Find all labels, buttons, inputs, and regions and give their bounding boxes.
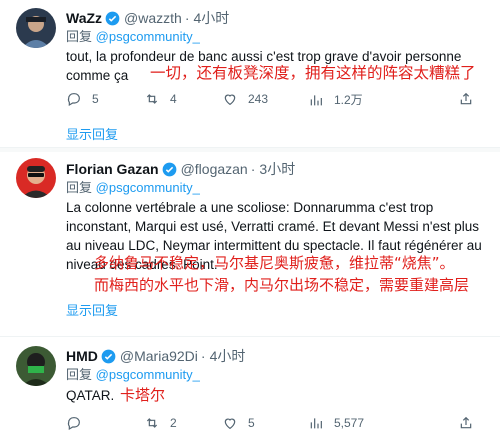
avatar[interactable] — [16, 346, 56, 386]
separator-dot: · — [200, 348, 206, 364]
translation-overlay: 卡塔尔 — [120, 386, 166, 404]
views-icon — [310, 94, 322, 105]
retweet-icon — [146, 94, 158, 104]
reply-icon — [67, 417, 80, 431]
author-handle[interactable]: @Maria92Di — [120, 347, 198, 365]
share-button[interactable] — [458, 91, 484, 107]
author-name[interactable]: HMD — [66, 347, 98, 365]
retweet-button[interactable]: 4 — [144, 91, 177, 107]
action-bar: 5 4 243 1.2万 — [60, 91, 480, 111]
like-icon — [224, 418, 236, 430]
reply-button[interactable]: 5 — [66, 91, 99, 107]
verified-badge-icon — [105, 11, 120, 25]
translation-overlay-line2: 而梅西的水平也下滑，内马尔出场不稳定，需要重建高层 — [94, 276, 470, 294]
retweet-button[interactable]: 2 — [144, 415, 177, 431]
tweet-florian-gazan[interactable]: Florian Gazan @flogazan · 3小时 回复 @psgcom… — [0, 152, 500, 334]
replying-to: 回复 @psgcommunity_ — [66, 179, 200, 196]
like-button[interactable]: 5 — [222, 415, 255, 431]
tweet-wazz[interactable]: WaZz @wazzth · 4小时 回复 @psgcommunity_ tou… — [0, 0, 500, 148]
like-button[interactable]: 243 — [222, 91, 268, 107]
views-button[interactable]: 1.2万 — [308, 91, 363, 108]
replying-prefix: 回复 — [66, 29, 93, 44]
avatar[interactable] — [16, 8, 56, 48]
views-count: 5,577 — [334, 416, 365, 430]
verified-badge-icon — [101, 349, 116, 363]
translation-overlay-line1: 多纳鲁马不稳定，马尔基尼奥斯疲惫，维拉蒂“烧焦”。 — [94, 254, 455, 272]
author-handle[interactable]: @wazzth — [124, 9, 182, 27]
timestamp[interactable]: 4小时 — [210, 347, 246, 365]
tweet-hmd[interactable]: HMD @Maria92Di · 4小时 回复 @psgcommunity_ Q… — [0, 338, 500, 440]
reply-icon — [67, 93, 80, 107]
author-handle[interactable]: @flogazan — [181, 160, 248, 178]
retweet-count: 2 — [170, 416, 177, 430]
verified-badge-icon — [162, 162, 176, 176]
mention-link[interactable]: @psgcommunity_ — [96, 180, 200, 195]
divider — [0, 336, 500, 337]
share-icon — [460, 92, 472, 105]
timestamp[interactable]: 3小时 — [259, 160, 295, 178]
timestamp[interactable]: 4小时 — [194, 9, 230, 27]
replying-to: 回复 @psgcommunity_ — [66, 366, 200, 383]
separator-dot: · — [250, 161, 256, 177]
avatar[interactable] — [16, 158, 56, 198]
views-button[interactable]: 5,577 — [308, 415, 364, 431]
replying-prefix: 回复 — [66, 180, 93, 195]
retweet-count: 4 — [170, 92, 177, 106]
show-replies-link[interactable]: 显示回复 — [66, 300, 118, 319]
replying-to: 回复 @psgcommunity_ — [66, 28, 200, 45]
views-count: 1.2万 — [334, 93, 363, 107]
separator-dot: · — [184, 10, 190, 26]
author-name[interactable]: WaZz — [66, 9, 102, 27]
like-count: 5 — [248, 416, 255, 430]
show-replies-link[interactable]: 显示回复 — [66, 124, 118, 143]
author-name[interactable]: Florian Gazan — [66, 160, 159, 178]
replying-prefix: 回复 — [66, 367, 93, 382]
mention-link[interactable]: @psgcommunity_ — [96, 29, 200, 44]
mention-link[interactable]: @psgcommunity_ — [96, 367, 200, 382]
share-button[interactable] — [458, 415, 484, 431]
translation-overlay: 一切，还有板凳深度，拥有这样的阵容太糟糕了 — [150, 64, 476, 82]
reply-button[interactable] — [66, 415, 92, 431]
like-count: 243 — [248, 92, 269, 106]
reply-count: 5 — [92, 92, 99, 106]
action-bar: 2 5 5,577 — [60, 415, 480, 435]
like-icon — [224, 94, 236, 106]
retweet-icon — [146, 418, 158, 428]
views-icon — [310, 418, 322, 429]
share-icon — [460, 416, 472, 429]
